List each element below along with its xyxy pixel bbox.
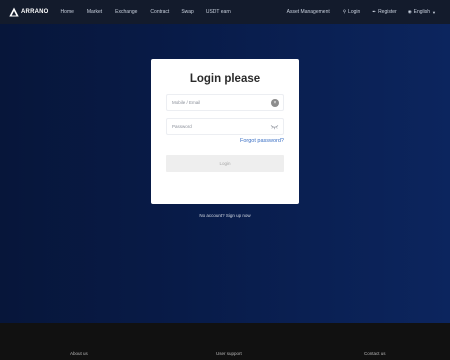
main-area: Login please × Forgot password? Login No… (0, 24, 450, 323)
nav-item-home[interactable]: Home (61, 9, 74, 15)
clear-circle-icon[interactable]: × (271, 99, 279, 107)
signup-link[interactable]: No account? Sign up now (0, 213, 450, 218)
triangle-logo-icon (9, 7, 19, 17)
nav-item-market[interactable]: Market (87, 9, 102, 15)
login-title: Login please (189, 73, 261, 85)
password-input[interactable] (172, 124, 272, 129)
brand-name: ARRANO (21, 9, 49, 15)
eye-closed-icon[interactable] (270, 124, 279, 130)
nav-item-exchange[interactable]: Exchange (115, 9, 137, 15)
globe-icon: ◉ (407, 9, 412, 14)
login-button[interactable]: Login (166, 155, 284, 172)
nav-item-usdt-earn[interactable]: USDT earn (206, 9, 231, 15)
language-label: English (413, 9, 431, 15)
footer: About us User support Contact us (0, 323, 450, 360)
page: ARRANO Home Market Exchange Contract Swa… (0, 0, 450, 360)
footer-user-support[interactable]: User support (216, 351, 242, 356)
forgot-password-link[interactable]: Forgot password? (240, 138, 284, 144)
login-link-label: Login (348, 9, 361, 15)
account-field[interactable]: × (166, 94, 284, 111)
caret-down-icon: ▼ (432, 9, 436, 15)
asset-management-link[interactable]: Asset Management (287, 9, 330, 15)
account-nav: Asset Management ⚲ Login ✒ Register ◉ En… (287, 9, 436, 15)
brand-logo[interactable]: ARRANO (9, 7, 49, 17)
nav-item-swap[interactable]: Swap (181, 9, 194, 15)
account-input[interactable] (172, 100, 272, 105)
language-selector[interactable]: ◉ English ▼ (408, 9, 436, 15)
nav-item-contract[interactable]: Contract (150, 9, 169, 15)
password-field[interactable] (166, 118, 284, 135)
login-link[interactable]: ⚲ Login (343, 9, 361, 15)
register-link[interactable]: ✒ Register (372, 9, 396, 15)
footer-about-us[interactable]: About us (70, 351, 88, 356)
user-icon: ⚲ (342, 9, 347, 14)
asset-management-label: Asset Management (286, 9, 330, 15)
main-nav: Home Market Exchange Contract Swap USDT … (59, 9, 231, 15)
login-card: Login please × Forgot password? Login (151, 59, 299, 204)
footer-contact-us[interactable]: Contact us (364, 351, 386, 356)
register-link-label: Register (378, 9, 397, 15)
top-nav-bar: ARRANO Home Market Exchange Contract Swa… (0, 0, 450, 24)
pencil-icon: ✒ (372, 9, 377, 14)
